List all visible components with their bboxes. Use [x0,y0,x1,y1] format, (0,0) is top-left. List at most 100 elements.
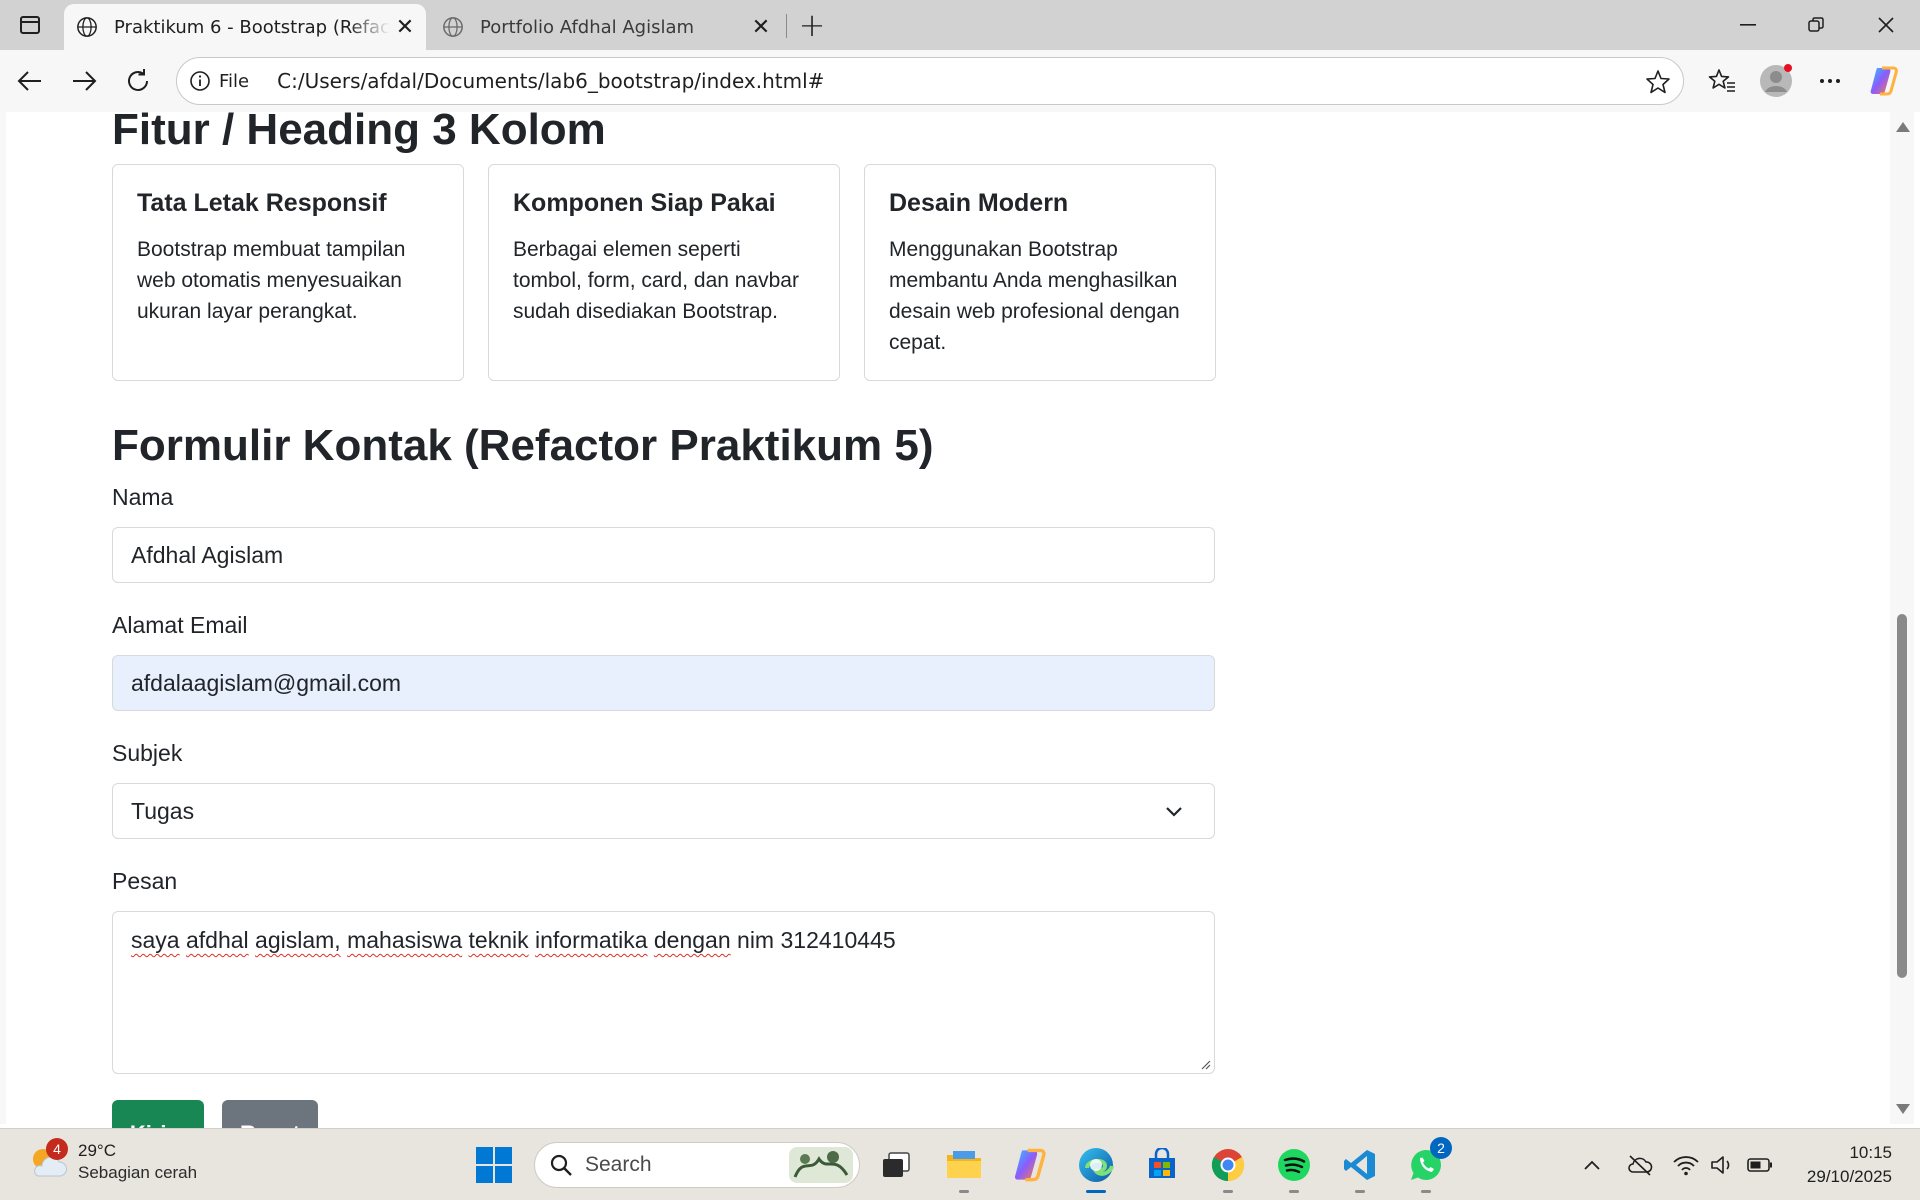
windows-logo-icon [476,1147,493,1164]
store-button[interactable] [1140,1143,1184,1187]
name-label: Nama [112,484,174,510]
search-placeholder: Search [585,1153,652,1176]
clock-time: 10:15 [1849,1143,1892,1162]
features-heading: Fitur / Heading 3 Kolom [112,105,606,154]
message-word: teknik [468,927,529,953]
tab-separator [786,14,787,38]
subject-select[interactable]: Tugas [112,783,1215,839]
vscode-icon [1344,1150,1375,1180]
system-clock[interactable]: 10:15 29/10/2025 [1807,1141,1892,1189]
refresh-button[interactable] [118,62,158,100]
partly-sunny-icon: 4 [28,1138,68,1182]
new-tab-button[interactable]: + [795,6,829,44]
running-indicator [1289,1190,1299,1193]
arrow-right-icon [73,71,97,91]
edge-icon [1079,1148,1114,1182]
favorite-star-icon[interactable] [1645,69,1671,95]
start-button[interactable] [476,1147,512,1183]
scroll-down-icon[interactable] [1896,1104,1910,1114]
minimize-button[interactable] [1720,6,1776,44]
search-icon [550,1154,572,1176]
card-text: Bootstrap membuat tampilan web otomatis … [137,238,406,323]
name-input[interactable]: Afdhal Agislam [112,527,1215,583]
message-word: saya [131,927,180,953]
show-hidden-icons-button[interactable] [1578,1151,1606,1179]
chevron-up-icon [1584,1160,1600,1170]
edge-button[interactable] [1068,1137,1124,1193]
store-icon [1149,1148,1175,1178]
card-text: Menggunakan Bootstrap membantu Anda meng… [889,238,1180,354]
favorites-button[interactable] [1702,62,1742,100]
card-title: Desain Modern [889,189,1069,217]
subject-label: Subjek [112,740,183,766]
message-label: Pesan [112,868,178,894]
email-input[interactable]: afdalaagislam@gmail.com [112,655,1215,711]
form-heading: Formulir Kontak (Refactor Praktikum 5) [112,421,934,470]
message-word: mahasiswa [347,927,463,953]
wifi-button[interactable] [1672,1151,1700,1179]
email-label: Alamat Email [112,612,248,638]
close-tab-icon[interactable]: ✕ [390,15,420,40]
message-word: dengan [653,927,731,953]
scroll-up-icon[interactable] [1896,122,1910,132]
tab-portfolio[interactable]: Portfolio Afdhal Agislam ✕ [430,4,782,50]
back-button[interactable] [10,62,50,100]
close-tab-icon[interactable]: ✕ [746,15,776,40]
forward-button[interactable] [64,62,104,100]
message-word: informatika [535,927,648,953]
vscode-button[interactable] [1338,1143,1382,1193]
scroll-thumb[interactable] [1897,614,1907,978]
taskbar-search[interactable]: Search [534,1142,860,1188]
running-indicator [1223,1190,1233,1193]
tab-praktikum-6[interactable]: Praktikum 6 - Bootstrap (Refactor Prakti… [64,4,426,50]
running-indicator [1355,1190,1365,1193]
close-window-button[interactable] [1858,6,1914,44]
tab-actions-button[interactable] [14,10,46,40]
folder-icon [947,1151,981,1178]
viewport-edge [0,112,6,1124]
avatar-icon [1760,64,1792,97]
battery-button[interactable] [1746,1151,1774,1179]
info-icon[interactable] [189,70,211,92]
message-word: agislam, [255,927,341,953]
weather-widget[interactable]: 4 29°C Sebagian cerah [28,1138,197,1183]
cloud-offline-icon [1628,1155,1653,1176]
url-text[interactable]: C:/Users/afdal/Documents/lab6_bootstrap/… [277,69,824,93]
arrow-left-icon [17,71,41,91]
file-explorer-button[interactable] [942,1143,986,1193]
copilot-icon [1870,66,1898,96]
tab-actions-icon [20,16,40,34]
message-word: 312410445 [780,927,896,953]
address-bar[interactable]: File C:/Users/afdal/Documents/lab6_boots… [176,57,1684,105]
message-textarea[interactable]: saya afdhal agislam, mahasiswa teknik in… [112,911,1215,1074]
profile-button[interactable] [1756,62,1796,100]
message-value: saya afdhal agislam, mahasiswa teknik in… [131,927,896,954]
clock-date: 29/10/2025 [1806,1167,1892,1186]
spotify-button[interactable] [1272,1143,1316,1193]
task-view-button[interactable] [874,1143,918,1187]
wifi-icon [1673,1156,1699,1176]
scheme-label: File [219,70,250,92]
onedrive-status-button[interactable] [1626,1151,1654,1179]
feature-card: Tata Letak Responsif Bootstrap membuat t… [112,164,464,381]
spotify-icon [1278,1149,1310,1181]
subject-value: Tugas [131,797,195,824]
card-text: Berbagai elemen seperti tombol, form, ca… [513,238,799,323]
copilot-button[interactable] [1864,62,1904,100]
card-title: Komponen Siap Pakai [513,189,776,217]
page-scrollbar[interactable] [1890,112,1914,1124]
whatsapp-badge: 2 [1430,1137,1452,1159]
settings-more-button[interactable] [1810,62,1850,100]
resize-handle-icon[interactable] [1199,1058,1211,1070]
whatsapp-button[interactable]: 2 [1404,1137,1452,1193]
message-word: nim [737,927,775,953]
globe-icon [77,17,97,37]
copilot-app-button[interactable] [1008,1143,1052,1187]
chrome-icon [1211,1149,1245,1182]
task-view-icon [883,1152,910,1177]
search-highlight-icon [789,1147,853,1183]
chrome-button[interactable] [1206,1143,1250,1193]
weather-badge: 4 [46,1138,68,1160]
volume-button[interactable] [1708,1151,1736,1179]
restore-button[interactable] [1788,6,1844,44]
